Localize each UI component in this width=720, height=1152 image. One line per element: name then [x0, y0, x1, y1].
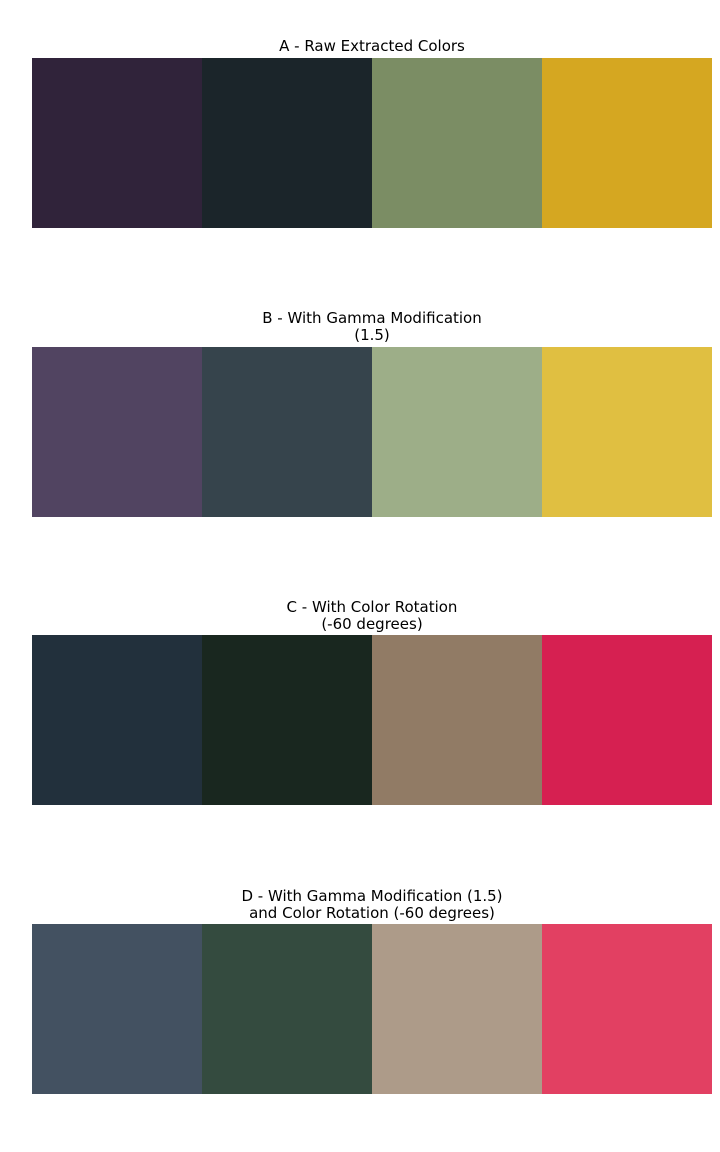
panel-b: B - With Gamma Modification (1.5) — [32, 310, 712, 517]
panel-d-swatch-4 — [542, 924, 712, 1094]
panel-a-swatch-2 — [202, 58, 372, 228]
panel-c: C - With Color Rotation (-60 degrees) — [32, 599, 712, 805]
panel-d: D - With Gamma Modification (1.5) and Co… — [32, 888, 712, 1094]
panel-a-swatch-4 — [542, 58, 712, 228]
panel-c-swatch-3 — [372, 635, 542, 805]
panel-a-swatch-1 — [32, 58, 202, 228]
panel-d-swatch-row — [32, 924, 712, 1094]
panel-d-title: D - With Gamma Modification (1.5) and Co… — [241, 887, 503, 922]
panel-b-swatch-1 — [32, 347, 202, 517]
panel-b-title: B - With Gamma Modification (1.5) — [262, 309, 482, 344]
panel-a-swatch-3 — [372, 58, 542, 228]
panel-a-title: A - Raw Extracted Colors — [279, 37, 465, 55]
panel-c-swatch-4 — [542, 635, 712, 805]
panel-d-swatch-1 — [32, 924, 202, 1094]
panel-a-swatch-row — [32, 58, 712, 228]
panel-c-swatch-row — [32, 635, 712, 805]
panel-b-swatch-4 — [542, 347, 712, 517]
panel-b-swatch-3 — [372, 347, 542, 517]
panel-c-title: C - With Color Rotation (-60 degrees) — [286, 598, 458, 633]
panel-c-swatch-2 — [202, 635, 372, 805]
panel-b-swatch-2 — [202, 347, 372, 517]
panel-b-swatch-row — [32, 347, 712, 517]
panel-a: A - Raw Extracted Colors — [32, 38, 712, 228]
panel-c-swatch-1 — [32, 635, 202, 805]
panel-d-swatch-2 — [202, 924, 372, 1094]
palette-figure: A - Raw Extracted Colors B - With Gamma … — [0, 0, 720, 1152]
panel-d-swatch-3 — [372, 924, 542, 1094]
